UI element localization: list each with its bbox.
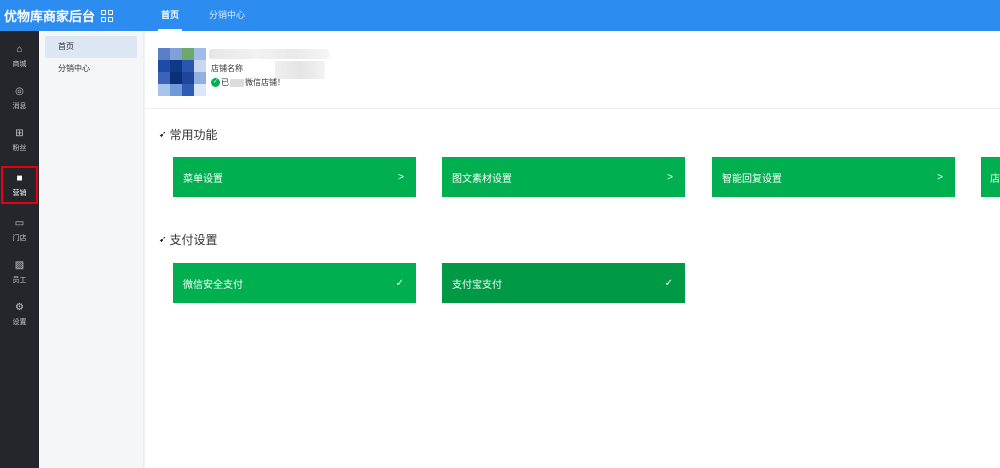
card-label: 图文素材设置 — [452, 173, 512, 185]
section-title-text: 常用功能 — [169, 128, 218, 142]
rail-item-label: 员工 — [12, 276, 27, 284]
section-title-common: ➹ 常用功能 — [159, 126, 218, 143]
card-wechat-pay[interactable]: 微信安全支付 ✓ — [173, 263, 416, 303]
app-brand[interactable]: 优物库商家后台 — [0, 0, 146, 31]
top-tab-distribution[interactable]: 分销中心 — [194, 0, 260, 31]
marketing-icon: ■ — [16, 172, 23, 184]
rail-item-label: 商城 — [12, 60, 27, 68]
top-tab-home[interactable]: 首页 — [146, 0, 194, 31]
pin-icon: ➹ — [159, 129, 167, 139]
rail-item-label: 营销 — [12, 189, 27, 197]
rail-item-label: 消息 — [12, 102, 27, 110]
left-rail: ⌂ 商城 ◎ 消息 ⊞ 粉丝 ■ 营销 ▭ 门店 ▨ 员工 ⚙ 设置 — [0, 31, 39, 468]
rail-item-marketing[interactable]: ■ 营销 — [1, 166, 38, 204]
pin-icon: ➹ — [159, 234, 167, 244]
settings-icon: ⚙ — [15, 301, 24, 313]
check-circle-icon: ✓ — [211, 78, 220, 87]
rail-item-message[interactable]: ◎ 消息 — [1, 79, 38, 117]
fans-icon: ⊞ — [15, 127, 24, 139]
card-label: 店 — [990, 173, 1000, 185]
card-alipay[interactable]: 支付宝支付 ✓ — [442, 263, 685, 303]
grid-icon[interactable] — [101, 9, 114, 22]
section-title-pay: ➹ 支付设置 — [159, 231, 218, 248]
card-menu-settings[interactable]: 菜单设置 > — [173, 157, 416, 197]
card-label: 支付宝支付 — [452, 279, 502, 291]
store-status-prefix: 已 — [221, 78, 229, 87]
card-material-settings[interactable]: 图文素材设置 > — [442, 157, 685, 197]
check-icon: ✓ — [664, 277, 673, 289]
blurred-chip — [230, 78, 244, 87]
section-title-text: 支付设置 — [169, 233, 218, 247]
chevron-right-icon: > — [937, 171, 943, 183]
card-label: 微信安全支付 — [183, 279, 243, 291]
subnav-item-home[interactable]: 首页 — [45, 36, 137, 58]
top-bar: 优物库商家后台 首页 分销中心 — [0, 0, 1000, 31]
subnav-item-distribution[interactable]: 分销中心 — [45, 58, 137, 80]
main-content: 店铺名称 ✓ 已 微信店铺！ ➹ 常用功能 菜单设置 > 图文素材设置 > 智能… — [145, 31, 1000, 468]
store-status: ✓ 已 微信店铺！ — [211, 77, 285, 88]
rail-item-store[interactable]: ▭ 门店 — [1, 211, 38, 249]
store-icon: ▭ — [14, 217, 25, 229]
card-auto-reply-settings[interactable]: 智能回复设置 > — [712, 157, 955, 197]
check-icon: ✓ — [395, 277, 404, 289]
store-avatar — [158, 48, 206, 96]
store-status-suffix: 微信店铺！ — [245, 78, 285, 87]
rail-item-mall[interactable]: ⌂ 商城 — [1, 37, 38, 75]
app-title: 优物库商家后台 — [4, 9, 96, 24]
rail-item-fans[interactable]: ⊞ 粉丝 — [1, 121, 38, 159]
card-store-partial[interactable]: 店 — [981, 157, 1000, 197]
rail-item-settings[interactable]: ⚙ 设置 — [1, 295, 38, 333]
rail-item-label: 设置 — [12, 318, 27, 326]
blurred-store-title — [209, 49, 329, 59]
rail-item-label: 门店 — [12, 234, 27, 242]
rail-item-label: 粉丝 — [12, 144, 27, 152]
message-icon: ◎ — [15, 85, 24, 97]
chevron-right-icon: > — [398, 171, 404, 183]
secondary-sidebar: 首页 分销中心 — [39, 31, 144, 468]
rail-item-staff[interactable]: ▨ 员工 — [1, 253, 38, 291]
store-name-label: 店铺名称 — [211, 64, 243, 73]
card-label: 菜单设置 — [183, 173, 223, 185]
home-icon: ⌂ — [16, 43, 23, 55]
staff-icon: ▨ — [14, 259, 25, 271]
card-label: 智能回复设置 — [722, 173, 782, 185]
store-header: 店铺名称 ✓ 已 微信店铺！ — [145, 31, 1000, 109]
chevron-right-icon: > — [667, 171, 673, 183]
